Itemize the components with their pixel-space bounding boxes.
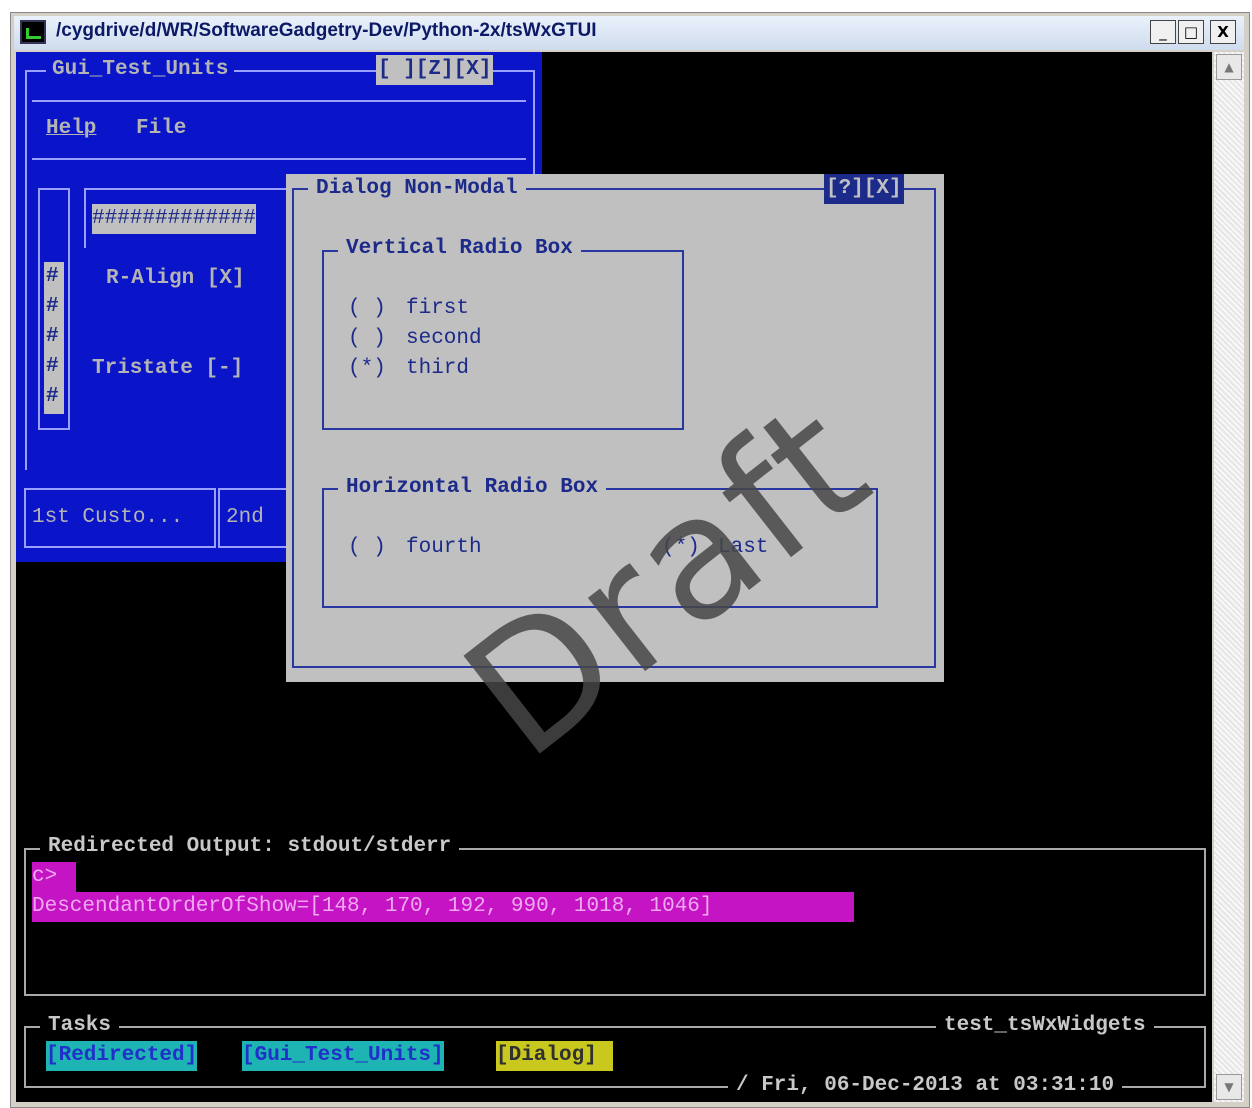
output-descendant-line: DescendantOrderOfShow=[148, 170, 192, 99… (32, 892, 854, 922)
gui-frame-title-buttons[interactable]: [ ][Z][X] (376, 55, 494, 85)
scroll-up-button[interactable]: ▲ (1216, 54, 1242, 80)
first-custom-button[interactable]: 1st Custo... (32, 503, 183, 533)
vertical-radio-box-title: Vertical Radio Box (338, 234, 581, 264)
second-button[interactable]: 2nd (226, 503, 264, 533)
window-title: /cygdrive/d/WR/SoftwareGadgetry-Dev/Pyth… (56, 20, 597, 41)
radio-second-mark[interactable]: ( ) (348, 324, 386, 354)
radio-first-mark[interactable]: ( ) (348, 294, 386, 324)
r-align-checkbox[interactable]: R-Align [X] (106, 264, 245, 294)
tristate-checkbox[interactable]: Tristate [-] (92, 354, 243, 384)
output-panel-title: Redirected Output: stdout/stderr (40, 832, 460, 862)
radio-third-mark[interactable]: (*) (348, 354, 386, 384)
menu-divider-bottom (32, 158, 526, 160)
menu-file[interactable]: File (136, 114, 186, 144)
radio-fourth-label[interactable]: fourth (406, 533, 482, 563)
output-panel[interactable] (24, 848, 1206, 996)
gui-frame-title: Gui_Test_Units (46, 55, 235, 85)
vertical-scrollbar[interactable] (1214, 52, 1244, 1102)
terminal-app-icon[interactable] (20, 20, 46, 44)
gauge-hash-5: # (46, 385, 59, 408)
task-gui-test-units[interactable]: [Gui_Test_Units] (242, 1041, 444, 1071)
scroll-down-button[interactable]: ▼ (1216, 1074, 1242, 1100)
radio-third-label[interactable]: third (406, 354, 469, 384)
task-redirected[interactable]: [Redirected] (46, 1041, 198, 1071)
minimize-button[interactable]: _ (1150, 20, 1176, 44)
menu-help[interactable]: Help (46, 114, 96, 144)
hash-field[interactable]: ############# (92, 204, 256, 234)
horizontal-radio-box-title: Horizontal Radio Box (338, 473, 607, 503)
dialog-title: Dialog Non-Modal (308, 174, 526, 204)
maximize-button[interactable]: □ (1178, 20, 1204, 44)
close-button[interactable]: X (1210, 20, 1236, 44)
output-prompt-line: c> (32, 862, 76, 892)
tasks-app-name: test_tsWxWidgets (936, 1011, 1154, 1041)
radio-first-label[interactable]: first (406, 294, 469, 324)
gauge-hash-2: # (46, 295, 59, 318)
task-timestamp: / Fri, 06-Dec-2013 at 03:31:10 (728, 1071, 1123, 1101)
tasks-title: Tasks (40, 1011, 120, 1041)
gauge-hash-1: # (46, 265, 59, 288)
gauge-hash-4: # (46, 355, 59, 378)
radio-fourth-mark[interactable]: ( ) (348, 533, 386, 563)
radio-second-label[interactable]: second (406, 324, 482, 354)
menu-divider-top (32, 100, 526, 102)
dialog-title-buttons[interactable]: [?][X] (824, 174, 904, 204)
task-dialog[interactable]: [Dialog] (496, 1041, 613, 1071)
gauge-hash-3: # (46, 325, 59, 348)
